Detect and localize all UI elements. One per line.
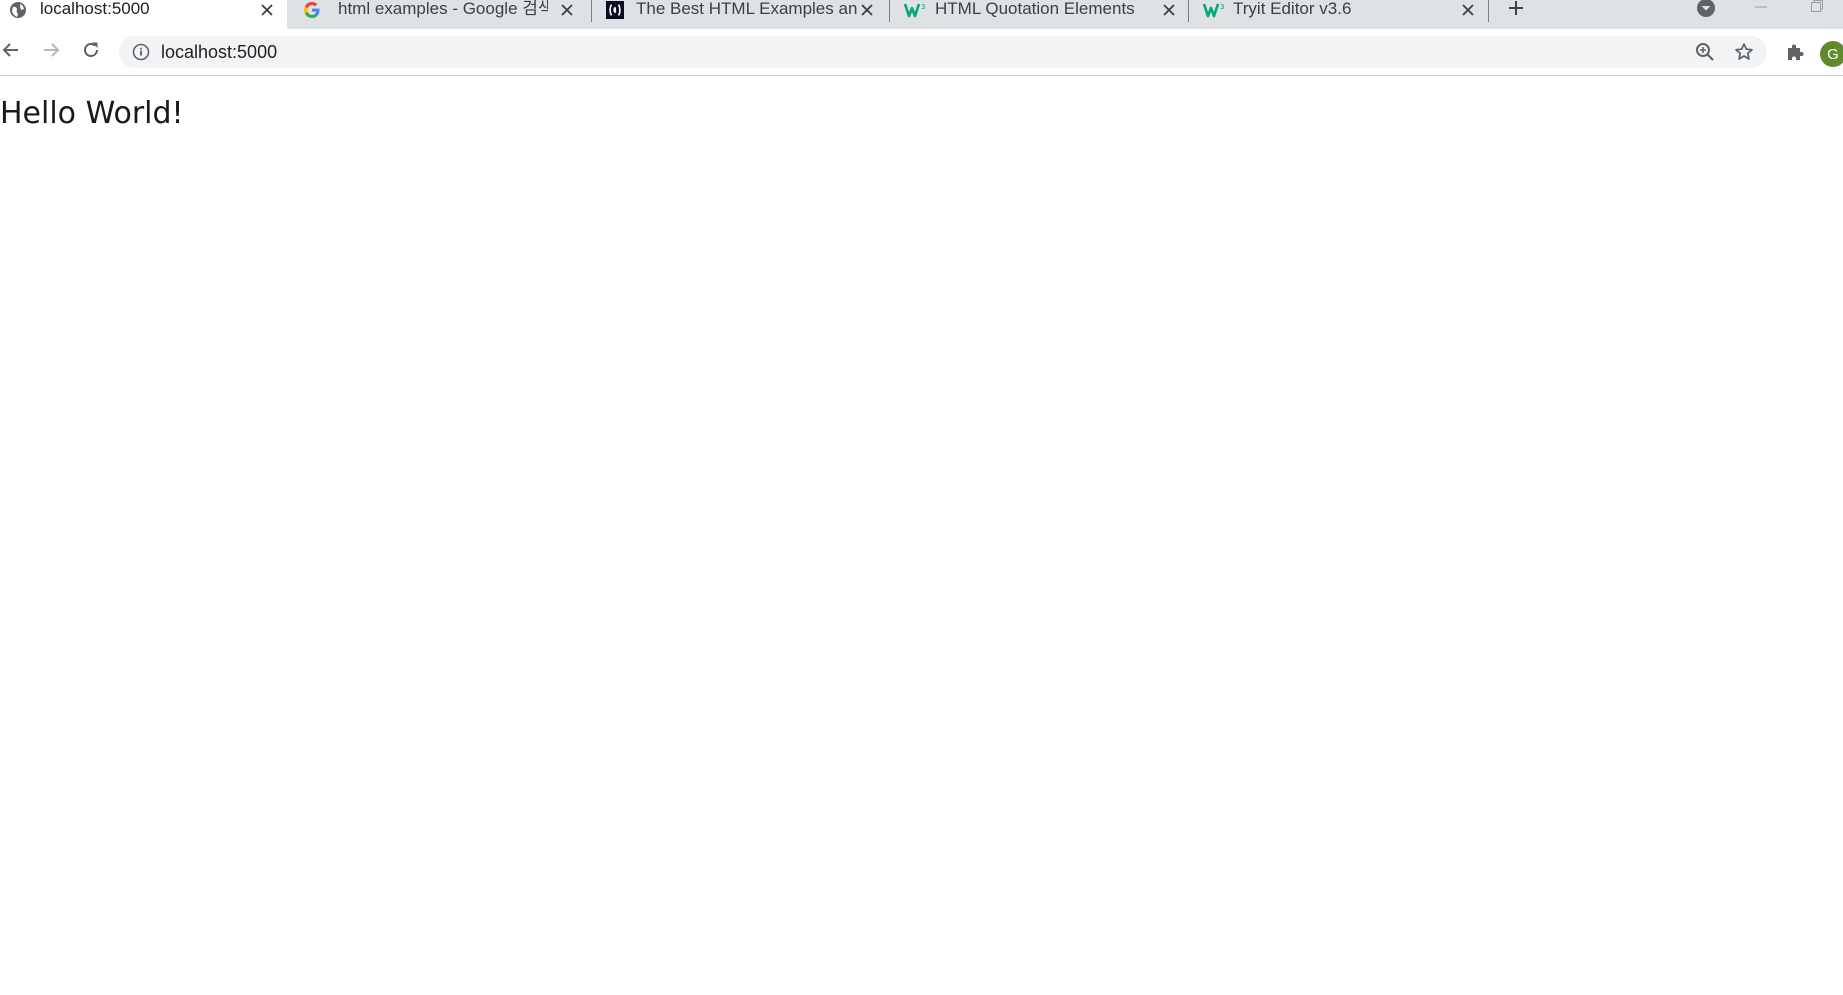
svg-text:3: 3 [921, 3, 925, 11]
tab-title: html examples - Google 검색 [338, 0, 548, 18]
restore-icon [1810, 0, 1824, 18]
tab-search-icon [1696, 0, 1716, 23]
star-icon[interactable] [1733, 42, 1755, 62]
reload-button[interactable] [77, 38, 105, 66]
close-icon[interactable] [258, 1, 276, 19]
freecodecamp-icon [606, 1, 624, 19]
tab-w3schools-quotation[interactable]: 3 HTML Quotation Elements [890, 0, 1188, 29]
new-tab-button[interactable] [1503, 0, 1529, 20]
globe-icon [9, 1, 27, 19]
tab-title: HTML Quotation Elements [935, 0, 1135, 18]
restore-button[interactable] [1807, 0, 1827, 16]
close-icon[interactable] [1160, 1, 1178, 19]
browser-window: localhost:5000 html examples - Google 검색 [0, 0, 1843, 995]
zoom-icon[interactable] [1694, 42, 1716, 62]
w3schools-icon: 3 [1203, 1, 1227, 19]
minimize-button[interactable] [1751, 0, 1771, 16]
page-content: Hello World! [0, 76, 1843, 995]
address-bar[interactable]: localhost:5000 [119, 36, 1767, 68]
url-text[interactable]: localhost:5000 [161, 43, 277, 61]
w3schools-icon: 3 [904, 1, 928, 19]
close-icon[interactable] [558, 1, 576, 19]
tab-google-search[interactable]: html examples - Google 검색 [293, 0, 586, 29]
tab-title: localhost:5000 [40, 0, 150, 18]
close-icon[interactable] [1459, 1, 1477, 19]
tab-strip: localhost:5000 html examples - Google 검색 [0, 0, 1843, 29]
back-arrow-icon [1, 40, 21, 65]
tab-freecodecamp[interactable]: The Best HTML Examples and H [592, 0, 887, 29]
forward-arrow-icon [41, 40, 61, 65]
tab-separator [1488, 0, 1489, 22]
info-icon[interactable] [132, 43, 150, 61]
plus-icon [1507, 0, 1525, 22]
profile-initial: G [1827, 45, 1839, 63]
tab-title: Tryit Editor v3.6 [1233, 0, 1352, 18]
back-button[interactable] [0, 38, 25, 66]
tab-tryit-editor[interactable]: 3 Tryit Editor v3.6 [1189, 0, 1487, 29]
forward-button[interactable] [37, 38, 65, 66]
tab-title: The Best HTML Examples and H [636, 0, 858, 18]
tab-localhost[interactable]: localhost:5000 [0, 0, 287, 29]
browser-toolbar: localhost:5000 G [0, 29, 1843, 76]
minimize-icon [1754, 0, 1768, 17]
close-icon[interactable] [858, 1, 876, 19]
svg-text:3: 3 [1220, 3, 1224, 11]
reload-icon [81, 40, 101, 65]
tab-search-button[interactable] [1695, 0, 1717, 20]
google-icon [303, 1, 321, 19]
avatar[interactable]: G [1820, 41, 1843, 67]
page-heading: Hello World! [0, 96, 184, 131]
puzzle-icon[interactable] [1783, 40, 1807, 64]
